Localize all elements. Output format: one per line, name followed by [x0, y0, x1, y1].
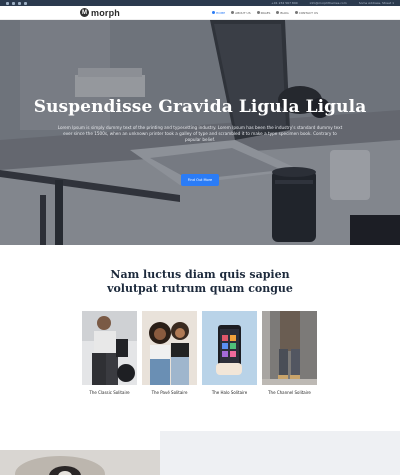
pencil-icon: [276, 11, 280, 14]
nav-item-contact[interactable]: CONTACT US: [294, 10, 318, 15]
product-name[interactable]: The Halo Solitaire: [202, 390, 257, 395]
product-card[interactable]: The Halo Solitaire: [202, 311, 257, 395]
bottom-image: [0, 450, 160, 475]
instagram-icon[interactable]: [18, 1, 21, 5]
product-card[interactable]: The Classic Solitaire: [82, 311, 137, 395]
product-name[interactable]: The Pavé Solitaire: [142, 390, 197, 395]
envelope-icon: [294, 11, 298, 14]
nav-item-label: CONTACT US: [298, 10, 318, 15]
product-grid: The Classic Solitaire The Pavé Solitaire: [82, 311, 318, 401]
phone-text: +01 234 567 890: [271, 1, 298, 5]
find-out-more-button[interactable]: Find Out More: [181, 174, 219, 186]
nav-item-label: PAGES: [260, 10, 271, 15]
bottom-panel: [160, 431, 400, 475]
logo-mark-icon: M: [80, 8, 89, 17]
section-title: Nam luctus diam quis sapien volutpat rut…: [0, 268, 400, 296]
nav-item-label: HOME: [216, 10, 226, 15]
nav-item-blog[interactable]: BLOG: [276, 10, 289, 15]
hero-title: Suspendisse Gravida Ligula Ligula: [33, 97, 367, 117]
product-image[interactable]: [202, 311, 257, 385]
twitter-icon[interactable]: [12, 1, 15, 5]
nav-item-label: ABOUT US: [235, 10, 251, 15]
nav-item-about[interactable]: ABOUT US: [231, 11, 251, 15]
email-text[interactable]: info@morphthemes.com: [310, 1, 347, 5]
main-nav: M morph HOME ABOUT US PAGES BLOG CONTACT…: [0, 6, 400, 20]
hero-banner: Suspendisse Gravida Ligula Ligula Lorem …: [0, 20, 400, 245]
logo[interactable]: M morph: [80, 8, 120, 18]
product-image[interactable]: [262, 311, 317, 385]
file-icon: [256, 11, 260, 14]
home-icon: [212, 11, 216, 14]
product-name[interactable]: The Classic Solitaire: [82, 390, 137, 395]
user-icon: [231, 11, 235, 14]
address-text: Some Address, Street 1: [358, 1, 394, 5]
section-title-line1: Nam luctus diam quis sapien: [110, 268, 290, 281]
logo-text: morph: [91, 7, 120, 18]
product-card[interactable]: The Channel Solitaire: [262, 311, 317, 395]
hero-description: Lorem Ipsum is simply dummy text of the …: [57, 125, 343, 142]
nav-item-home[interactable]: HOME: [212, 11, 225, 15]
section-title-line2: volutpat rutrum quam congue: [107, 282, 293, 295]
youtube-icon[interactable]: [24, 1, 27, 5]
nav-item-pages[interactable]: PAGES: [256, 10, 271, 15]
product-image[interactable]: [142, 311, 197, 385]
social-links: [6, 1, 27, 5]
facebook-icon[interactable]: [6, 1, 9, 5]
contact-info: +01 234 567 890 info@morphthemes.com Som…: [271, 1, 394, 5]
nav-item-label: BLOG: [280, 10, 289, 15]
product-name[interactable]: The Channel Solitaire: [262, 390, 317, 395]
product-image[interactable]: [82, 311, 137, 385]
product-card[interactable]: The Pavé Solitaire: [142, 311, 197, 395]
nav-menu: HOME ABOUT US PAGES BLOG CONTACT US: [212, 11, 318, 15]
